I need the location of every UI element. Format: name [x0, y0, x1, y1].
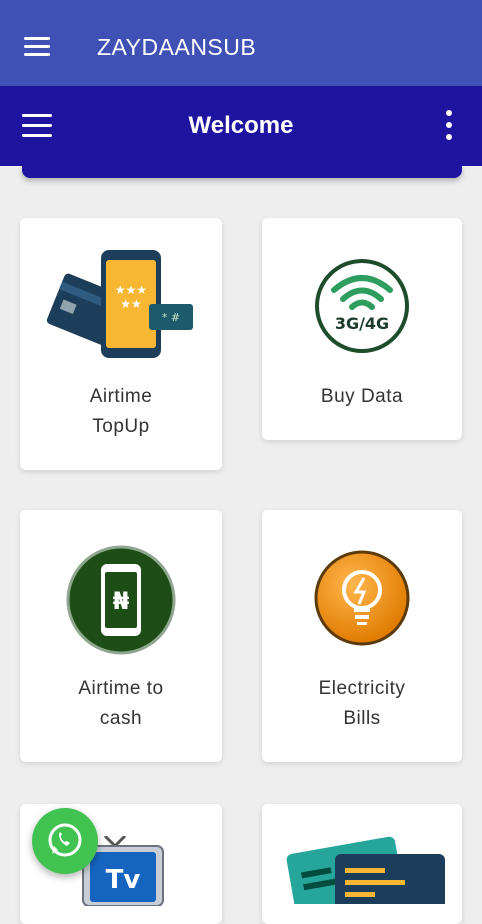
card-buy-data[interactable]: 3G/4G Buy Data: [262, 218, 462, 440]
welcome-header: Welcome: [0, 86, 482, 166]
svg-text:* #: * #: [162, 311, 180, 324]
lightbulb-icon: [314, 550, 410, 646]
header-strip: [22, 166, 462, 178]
card-airtime-to-cash[interactable]: ₦ Airtime to cash: [20, 510, 222, 762]
card-electricity-bills[interactable]: Electricity Bills: [262, 510, 462, 762]
card-airtime-topup[interactable]: ★★★ ★★ * # Airtime TopUp: [20, 218, 222, 470]
card-label: Electricity Bills: [318, 678, 406, 729]
whatsapp-button[interactable]: [32, 808, 98, 874]
naira-symbol: ₦: [113, 587, 130, 615]
credit-card-icon: [286, 836, 445, 904]
menu-icon[interactable]: [24, 37, 50, 57]
tv-label: Tv: [106, 865, 141, 895]
svg-text:★★★: ★★★: [115, 283, 147, 297]
card-label: Buy Data: [320, 386, 404, 407]
data-3g4g-icon: 3G/4G: [315, 259, 409, 353]
svg-text:★★: ★★: [120, 297, 142, 311]
airtime-topup-icon: ★★★ ★★ * #: [46, 250, 193, 358]
card-payment[interactable]: [262, 804, 462, 924]
badge-text: 3G/4G: [335, 314, 389, 333]
more-vert-icon[interactable]: [446, 110, 452, 146]
app-bar: ZAYDAANSUB: [0, 0, 482, 86]
card-label: Airtime TopUp: [89, 386, 153, 437]
card-label: Airtime to cash: [78, 678, 164, 729]
whatsapp-icon: [48, 823, 82, 857]
airtime-to-cash-icon: ₦: [66, 545, 176, 655]
app-title: ZAYDAANSUB: [97, 34, 257, 60]
page-title: Welcome: [188, 112, 294, 139]
